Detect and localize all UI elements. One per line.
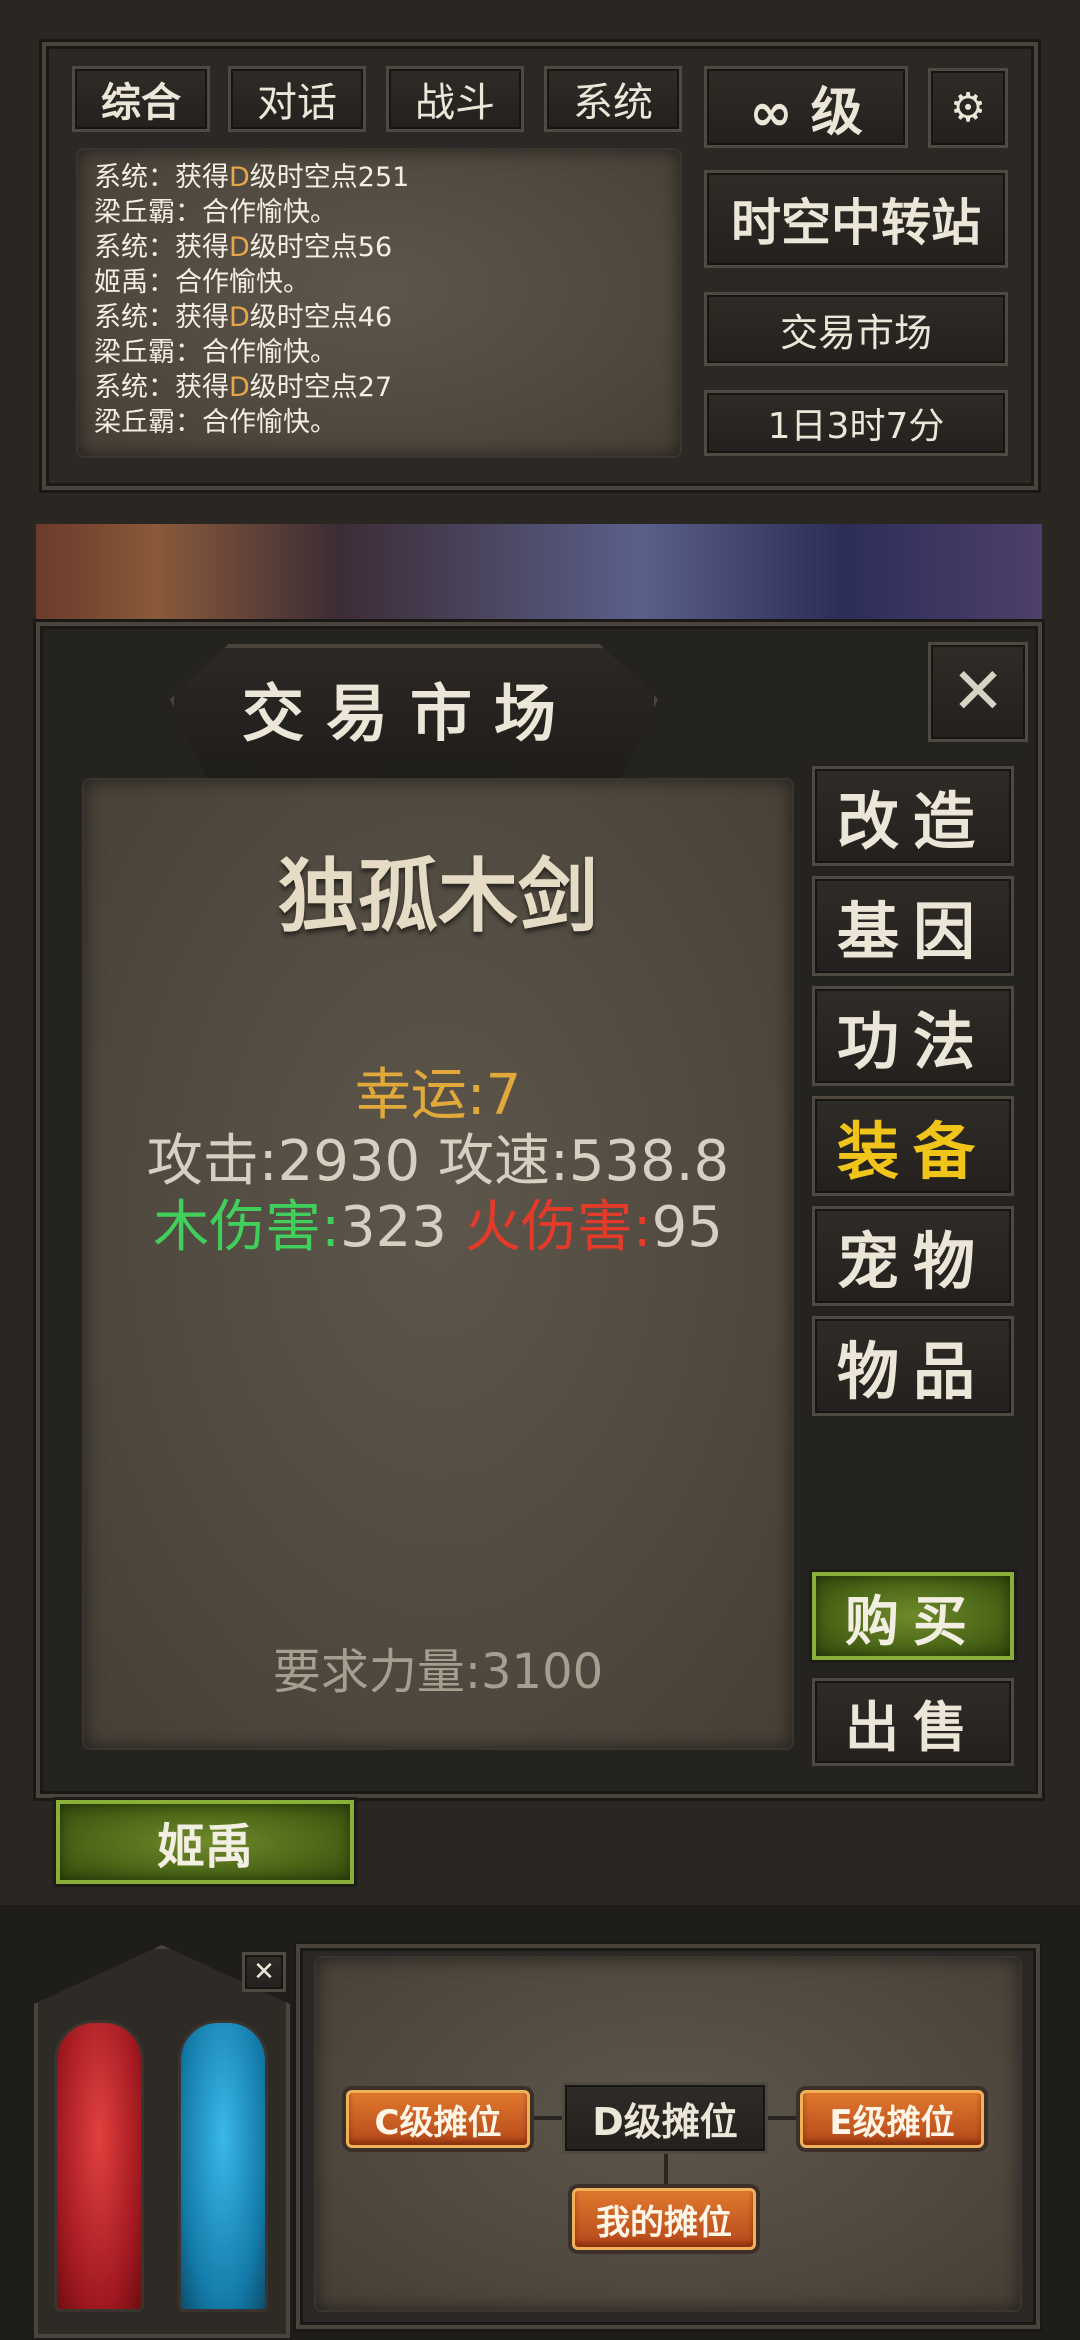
chat-separator: ： <box>175 407 202 438</box>
stall-c-button[interactable]: C级摊位 <box>346 2090 530 2148</box>
chat-line: 系统：获得D级时空点27 <box>94 370 680 405</box>
close-button[interactable]: ✕ <box>928 642 1028 742</box>
chat-separator: ： <box>148 162 175 193</box>
chat-separator: ： <box>148 372 175 403</box>
chat-separator: ： <box>175 337 202 368</box>
hp-orb-icon <box>54 2020 144 2312</box>
chat-line: 系统：获得D级时空点56 <box>94 230 680 265</box>
chat-text: 获得 <box>175 232 229 263</box>
chat-line: 系统：获得D级时空点46 <box>94 300 680 335</box>
category-pet[interactable]: 宠物 <box>812 1206 1014 1306</box>
category-gene[interactable]: 基因 <box>812 876 1014 976</box>
chat-text: 获得 <box>175 162 229 193</box>
my-stall-button[interactable]: 我的摊位 <box>572 2188 756 2250</box>
chat-text: 合作愉快。 <box>175 267 310 298</box>
chat-separator: ： <box>148 267 175 298</box>
fire-damage-label: 火伤害: <box>464 1195 652 1260</box>
dialog-title: 交易市场 <box>241 677 578 750</box>
scene-background <box>36 524 1042 624</box>
chat-speaker: 系统 <box>94 302 148 333</box>
chat-log: 系统：获得D级时空点251 梁丘霸：合作愉快。 系统：获得D级时空点56 姬禹：合作愉… <box>78 150 680 456</box>
chat-text-suffix: 级时空点56 <box>249 232 393 263</box>
chat-separator: ： <box>148 302 175 333</box>
chat-separator: ： <box>148 232 175 263</box>
tab-dialogue[interactable]: 对话 <box>228 66 366 132</box>
small-close-button[interactable]: ✕ <box>242 1952 286 1992</box>
chat-speaker: 梁丘霸 <box>94 337 175 368</box>
chat-line: 系统：获得D级时空点251 <box>94 160 680 195</box>
chat-grade: D <box>229 302 250 333</box>
chat-line: 姬禹：合作愉快。 <box>94 265 680 300</box>
category-skill[interactable]: 功法 <box>812 986 1014 1086</box>
item-requirement: 要求力量:3100 <box>272 1644 604 1700</box>
chat-speaker: 梁丘霸 <box>94 197 175 228</box>
stall-e-button[interactable]: E级摊位 <box>800 2090 984 2148</box>
level-display: ∞ 级 <box>704 66 908 148</box>
small-close-icon: ✕ <box>253 1957 275 1987</box>
close-icon: ✕ <box>951 655 1005 729</box>
sell-button[interactable]: 出售 <box>812 1678 1014 1766</box>
chat-text: 合作愉快。 <box>202 407 337 438</box>
chat-speaker: 梁丘霸 <box>94 407 175 438</box>
mp-orb-icon <box>178 2020 268 2312</box>
chat-line: 梁丘霸：合作愉快。 <box>94 335 680 370</box>
chat-text: 合作愉快。 <box>202 337 337 368</box>
chat-text: 获得 <box>175 372 229 403</box>
settings-button[interactable]: ⚙ <box>928 68 1008 148</box>
market-button[interactable]: 交易市场 <box>704 292 1008 366</box>
chat-line: 梁丘霸：合作愉快。 <box>94 195 680 230</box>
chat-grade: D <box>229 372 250 403</box>
tab-general[interactable]: 综合 <box>72 66 210 132</box>
wood-damage-label: 木伤害: <box>153 1195 341 1260</box>
stall-d-button[interactable]: D级摊位 <box>562 2082 768 2154</box>
category-equipment[interactable]: 装备 <box>812 1096 1014 1196</box>
chat-text-suffix: 级时空点46 <box>249 302 393 333</box>
chat-grade: D <box>229 232 250 263</box>
item-name: 独孤木剑 <box>278 850 598 943</box>
buy-button[interactable]: 购买 <box>812 1572 1014 1660</box>
wood-damage-value: 323 <box>340 1195 447 1260</box>
station-title: 时空中转站 <box>704 170 1008 268</box>
chat-speaker: 系统 <box>94 372 148 403</box>
chat-speaker: 姬禹 <box>94 267 148 298</box>
gear-icon: ⚙ <box>950 85 986 131</box>
chat-text: 获得 <box>175 302 229 333</box>
chat-lines: 系统：获得D级时空点251 梁丘霸：合作愉快。 系统：获得D级时空点56 姬禹：合作愉… <box>94 160 680 440</box>
chat-text-suffix: 级时空点27 <box>249 372 393 403</box>
category-items[interactable]: 物品 <box>812 1316 1014 1416</box>
chat-line: 梁丘霸：合作愉快。 <box>94 405 680 440</box>
item-detail-card: 独孤木剑 幸运:7 攻击:2930 攻速:538.8 木伤害:323 火伤害:9… <box>84 780 792 1748</box>
chat-grade: D <box>229 162 250 193</box>
chat-text: 合作愉快。 <box>202 197 337 228</box>
fire-damage-value: 95 <box>651 1195 723 1260</box>
tab-system[interactable]: 系统 <box>544 66 682 132</box>
chat-speaker: 系统 <box>94 232 148 263</box>
npc-button[interactable]: 姬禹 <box>56 1800 354 1884</box>
item-damage-line: 木伤害:323 火伤害:95 <box>84 1182 792 1263</box>
chat-speaker: 系统 <box>94 162 148 193</box>
timer-display: 1日3时7分 <box>704 390 1008 456</box>
category-modify[interactable]: 改造 <box>812 766 1014 866</box>
stall-connector-vertical <box>664 2150 668 2186</box>
chat-text-suffix: 级时空点251 <box>249 162 410 193</box>
tab-battle[interactable]: 战斗 <box>386 66 524 132</box>
chat-separator: ： <box>175 197 202 228</box>
